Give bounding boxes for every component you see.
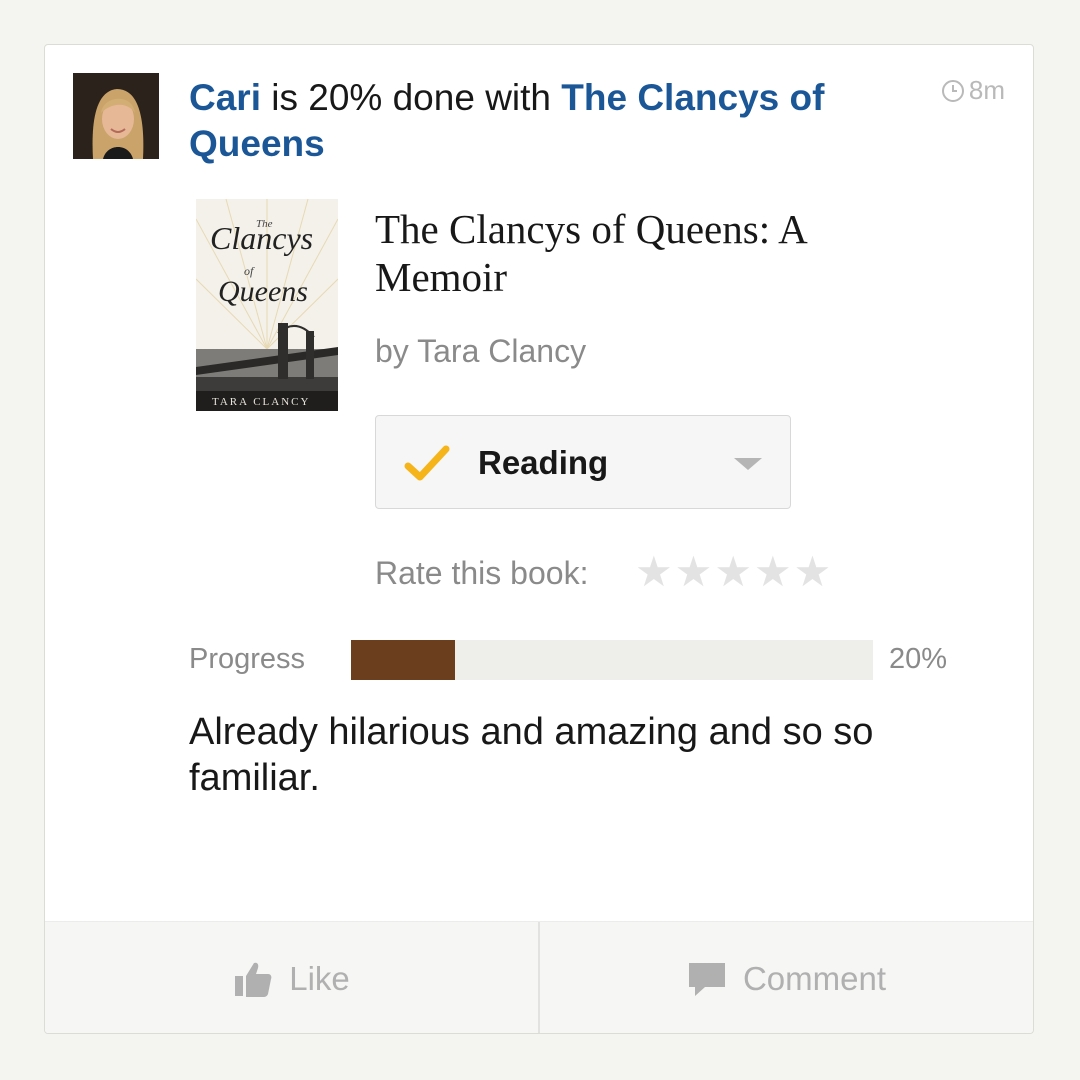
feed-update-card: Cari is 20% done with The Clancys of Que…: [44, 44, 1034, 1034]
star-icon[interactable]: ★: [714, 550, 752, 594]
shelf-status-label: Reading: [478, 444, 609, 481]
rate-label: Rate this book:: [375, 555, 589, 591]
progress-bar-fill: [351, 640, 456, 680]
book-cover[interactable]: Clancys The of Queens TARA CLANCY: [196, 199, 338, 411]
user-name-link[interactable]: Cari: [189, 77, 261, 118]
like-label: Like: [289, 960, 350, 997]
star-icon[interactable]: ★: [794, 550, 832, 594]
timestamp-text: 8m: [968, 75, 1005, 105]
cover-small-the: The: [256, 218, 273, 230]
shelf-status-dropdown[interactable]: Reading: [375, 415, 791, 509]
clock-icon: [941, 79, 964, 102]
avatar[interactable]: [73, 73, 159, 159]
update-comment: Already hilarious and amazing and so so …: [189, 711, 874, 799]
action-bar: Like Comment: [45, 921, 1033, 1033]
star-icon[interactable]: ★: [635, 550, 673, 594]
comment-button[interactable]: Comment: [538, 922, 1033, 1033]
star-icon[interactable]: ★: [675, 550, 713, 594]
progress-bar: [351, 640, 873, 680]
star-rating[interactable]: ★ ★ ★ ★ ★: [635, 550, 831, 594]
star-icon[interactable]: ★: [754, 550, 792, 594]
progress-percent: 20%: [889, 643, 948, 675]
progress-label: Progress: [189, 643, 306, 675]
like-button[interactable]: Like: [45, 922, 538, 1033]
update-headline: Cari is 20% done with The Clancys of Que…: [189, 75, 909, 167]
update-status-text: is 20% done with: [260, 77, 562, 118]
comment-label: Comment: [742, 960, 887, 997]
timestamp[interactable]: 8m: [941, 75, 1005, 106]
checkmark-icon: [404, 445, 450, 481]
cover-author: TARA CLANCY: [212, 396, 310, 408]
comment-icon: [688, 963, 725, 996]
book-title[interactable]: The Clancys of Queens: A Memoir: [375, 205, 935, 301]
thumbs-up-icon: [235, 962, 272, 997]
book-author[interactable]: by Tara Clancy: [375, 333, 586, 370]
avatar-image: [73, 73, 159, 159]
chevron-down-icon: [734, 458, 762, 470]
cover-title-word2: Queens: [218, 275, 308, 308]
book-cover-art: Clancys The of Queens TARA CLANCY: [196, 199, 338, 411]
